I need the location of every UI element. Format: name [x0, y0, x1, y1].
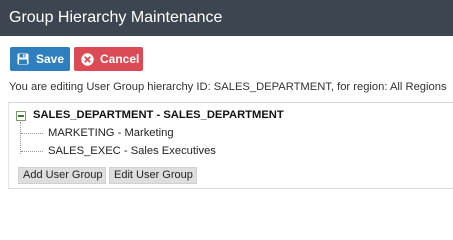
cancel-button[interactable]: Cancel: [74, 47, 143, 71]
save-button[interactable]: Save: [10, 47, 70, 71]
tree-connector-line: [21, 151, 43, 152]
add-user-group-button[interactable]: Add User Group: [18, 167, 106, 184]
tree-root-node[interactable]: SALES_DEPARTMENT - SALES_DEPARTMENT: [33, 109, 284, 121]
collapse-toggle-icon[interactable]: [16, 111, 26, 121]
edit-user-group-button[interactable]: Edit User Group: [109, 167, 197, 184]
editing-info-text: You are editing User Group hierarchy ID:…: [9, 81, 447, 93]
cancel-button-label: Cancel: [100, 52, 140, 66]
save-button-label: Save: [36, 52, 65, 66]
tree-connector-line: [21, 133, 43, 134]
tree-node-marketing[interactable]: MARKETING - Marketing: [48, 127, 174, 139]
cancel-circle-icon: [80, 52, 94, 66]
hierarchy-tree-panel: SALES_DEPARTMENT - SALES_DEPARTMENT MARK…: [8, 102, 453, 189]
tree-connector-line: [20, 122, 21, 154]
page-title: Group Hierarchy Maintenance: [0, 0, 453, 36]
floppy-disk-icon: [16, 52, 30, 66]
tree-node-sales-exec[interactable]: SALES_EXEC - Sales Executives: [48, 145, 216, 157]
